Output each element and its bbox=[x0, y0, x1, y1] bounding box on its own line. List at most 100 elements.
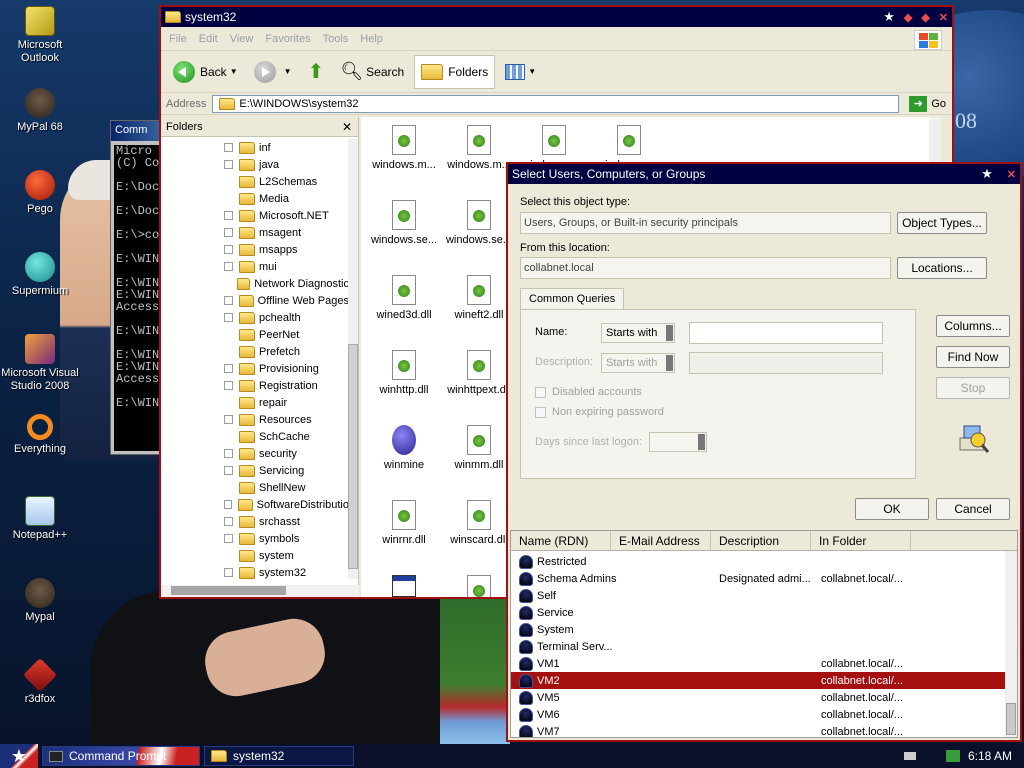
keyboard-icon[interactable] bbox=[903, 752, 916, 760]
tree-item[interactable]: msapps bbox=[161, 241, 349, 258]
tree-item[interactable]: Media bbox=[161, 190, 349, 207]
tree-item[interactable]: msagent bbox=[161, 224, 349, 241]
tree-item[interactable]: symbols bbox=[161, 530, 349, 547]
results-scrollbar[interactable] bbox=[1005, 551, 1017, 737]
columns-button[interactable]: Columns... bbox=[936, 315, 1010, 337]
tree-item[interactable]: inf bbox=[161, 139, 349, 156]
search-button[interactable]: 🔍︎ Search bbox=[334, 55, 410, 89]
expand-icon[interactable] bbox=[224, 534, 233, 543]
result-row[interactable]: System bbox=[511, 621, 1007, 638]
tree-item[interactable]: SoftwareDistributio bbox=[161, 496, 349, 513]
chevron-down-icon[interactable]: ▼ bbox=[230, 67, 238, 76]
expand-icon[interactable] bbox=[224, 568, 233, 577]
close-button[interactable]: ✕ bbox=[1007, 168, 1016, 181]
tree-item[interactable]: repair bbox=[161, 394, 349, 411]
desktop-icon-r3dfox[interactable]: r3dfox bbox=[0, 658, 80, 706]
start-button[interactable]: ★ bbox=[0, 744, 38, 768]
disabled-accounts-checkbox[interactable]: Disabled accounts bbox=[535, 386, 642, 398]
tree-item[interactable]: pchealth bbox=[161, 309, 349, 326]
tab-common-queries[interactable]: Common Queries bbox=[520, 288, 625, 310]
cancel-button[interactable]: Cancel bbox=[936, 498, 1010, 520]
chevron-down-icon[interactable]: ▼ bbox=[528, 67, 536, 76]
non-expiring-password-checkbox[interactable]: Non expiring password bbox=[535, 406, 664, 418]
expand-icon[interactable] bbox=[224, 228, 233, 237]
scrollbar-thumb[interactable] bbox=[171, 586, 286, 595]
expand-icon[interactable] bbox=[224, 449, 233, 458]
tree-item[interactable]: Network Diagnostic bbox=[161, 275, 349, 292]
tree-item[interactable]: Provisioning bbox=[161, 360, 349, 377]
desktop-icon-supermium[interactable]: Supermium bbox=[0, 252, 80, 298]
expand-icon[interactable] bbox=[224, 415, 233, 424]
column-email[interactable]: E-Mail Address bbox=[611, 531, 711, 550]
expand-icon[interactable] bbox=[224, 381, 233, 390]
column-folder[interactable]: In Folder bbox=[811, 531, 911, 550]
expand-icon[interactable] bbox=[224, 364, 233, 373]
menu-item-view[interactable]: View bbox=[230, 33, 254, 45]
result-row[interactable]: VM5 collabnet.local/... bbox=[511, 689, 1007, 706]
days-since-logon-select[interactable] bbox=[649, 432, 707, 452]
tree-item[interactable]: Servicing bbox=[161, 462, 349, 479]
expand-icon[interactable] bbox=[224, 143, 233, 152]
file-item[interactable]: winhttp.dll bbox=[366, 350, 442, 396]
file-item[interactable] bbox=[366, 575, 442, 597]
go-button[interactable]: ➜ Go bbox=[903, 95, 952, 112]
menu-item-tools[interactable]: Tools bbox=[323, 33, 349, 45]
expand-icon[interactable] bbox=[224, 160, 233, 169]
desktop-icon-notepadpp[interactable]: Notepad++ bbox=[0, 496, 80, 542]
tree-horizontal-scrollbar[interactable] bbox=[161, 585, 359, 597]
back-button[interactable]: Back ▼ bbox=[167, 55, 244, 89]
clock[interactable]: 6:18 AM bbox=[968, 749, 1012, 763]
ok-button[interactable]: OK bbox=[855, 498, 929, 520]
forward-button[interactable]: ▼ bbox=[248, 55, 298, 89]
tree-item[interactable]: srchasst bbox=[161, 513, 349, 530]
taskbar-item-system32[interactable]: system32 bbox=[204, 746, 354, 766]
name-input[interactable] bbox=[689, 322, 883, 344]
chevron-down-icon[interactable]: ▼ bbox=[284, 67, 292, 76]
locations-button[interactable]: Locations... bbox=[897, 257, 987, 279]
tree-item[interactable]: Prefetch bbox=[161, 343, 349, 360]
desktop-icon-visual-studio[interactable]: Microsoft Visual Studio 2008 bbox=[0, 334, 80, 393]
menu-item-favorites[interactable]: Favorites bbox=[265, 33, 310, 45]
expand-icon[interactable] bbox=[224, 262, 233, 271]
tree-item[interactable]: system32 bbox=[161, 564, 349, 579]
tree-item[interactable]: Microsoft.NET bbox=[161, 207, 349, 224]
expand-icon[interactable] bbox=[224, 517, 233, 526]
tree-vertical-scrollbar[interactable] bbox=[348, 139, 358, 579]
tree-item[interactable]: security bbox=[161, 445, 349, 462]
tree-item[interactable]: Registration bbox=[161, 377, 349, 394]
scrollbar-thumb[interactable] bbox=[348, 344, 358, 569]
tree-item[interactable]: ShellNew bbox=[161, 479, 349, 496]
name-mode-select[interactable]: Starts with bbox=[601, 323, 675, 343]
result-row[interactable]: Schema Admins Designated admi... collabnet… bbox=[511, 570, 1007, 587]
close-icon[interactable]: ✕ bbox=[342, 120, 352, 134]
file-item[interactable]: winrnr.dll bbox=[366, 500, 442, 546]
close-button[interactable]: ✕ bbox=[939, 11, 948, 24]
desktop-icon-mypal68[interactable]: MyPal 68 bbox=[0, 88, 80, 134]
file-item[interactable]: wined3d.dll bbox=[366, 275, 442, 321]
select-users-dialog[interactable]: Select Users, Computers, or Groups ★ ✕ S… bbox=[506, 162, 1022, 742]
expand-icon[interactable] bbox=[224, 296, 233, 305]
result-row[interactable]: Service bbox=[511, 604, 1007, 621]
views-button[interactable]: ▼ bbox=[499, 55, 542, 89]
tree-item[interactable]: PeerNet bbox=[161, 326, 349, 343]
pin-icon[interactable]: ★ bbox=[883, 9, 895, 25]
description-mode-select[interactable]: Starts with bbox=[601, 353, 675, 373]
menu-item-file[interactable]: File bbox=[169, 33, 187, 45]
desktop-icon-everything[interactable]: Everything bbox=[0, 414, 80, 456]
column-name[interactable]: Name (RDN) bbox=[511, 531, 611, 550]
expand-icon[interactable] bbox=[224, 500, 233, 509]
result-row[interactable]: VM1 collabnet.local/... bbox=[511, 655, 1007, 672]
column-description[interactable]: Description bbox=[711, 531, 811, 550]
object-types-button[interactable]: Object Types... bbox=[897, 212, 987, 234]
menu-item-edit[interactable]: Edit bbox=[199, 33, 218, 45]
result-row[interactable]: VM2 collabnet.local/... bbox=[511, 672, 1007, 689]
dialog-titlebar[interactable]: Select Users, Computers, or Groups ★ ✕ bbox=[508, 164, 1020, 184]
expand-icon[interactable] bbox=[224, 245, 233, 254]
menu-item-help[interactable]: Help bbox=[360, 33, 383, 45]
stop-button[interactable]: Stop bbox=[936, 377, 1010, 399]
address-input[interactable]: E:\WINDOWS\system32 bbox=[212, 94, 900, 113]
scrollbar-thumb[interactable] bbox=[1006, 703, 1016, 735]
description-input[interactable] bbox=[689, 352, 883, 374]
minimize-button[interactable]: ◆ bbox=[904, 11, 912, 24]
expand-icon[interactable] bbox=[224, 211, 233, 220]
